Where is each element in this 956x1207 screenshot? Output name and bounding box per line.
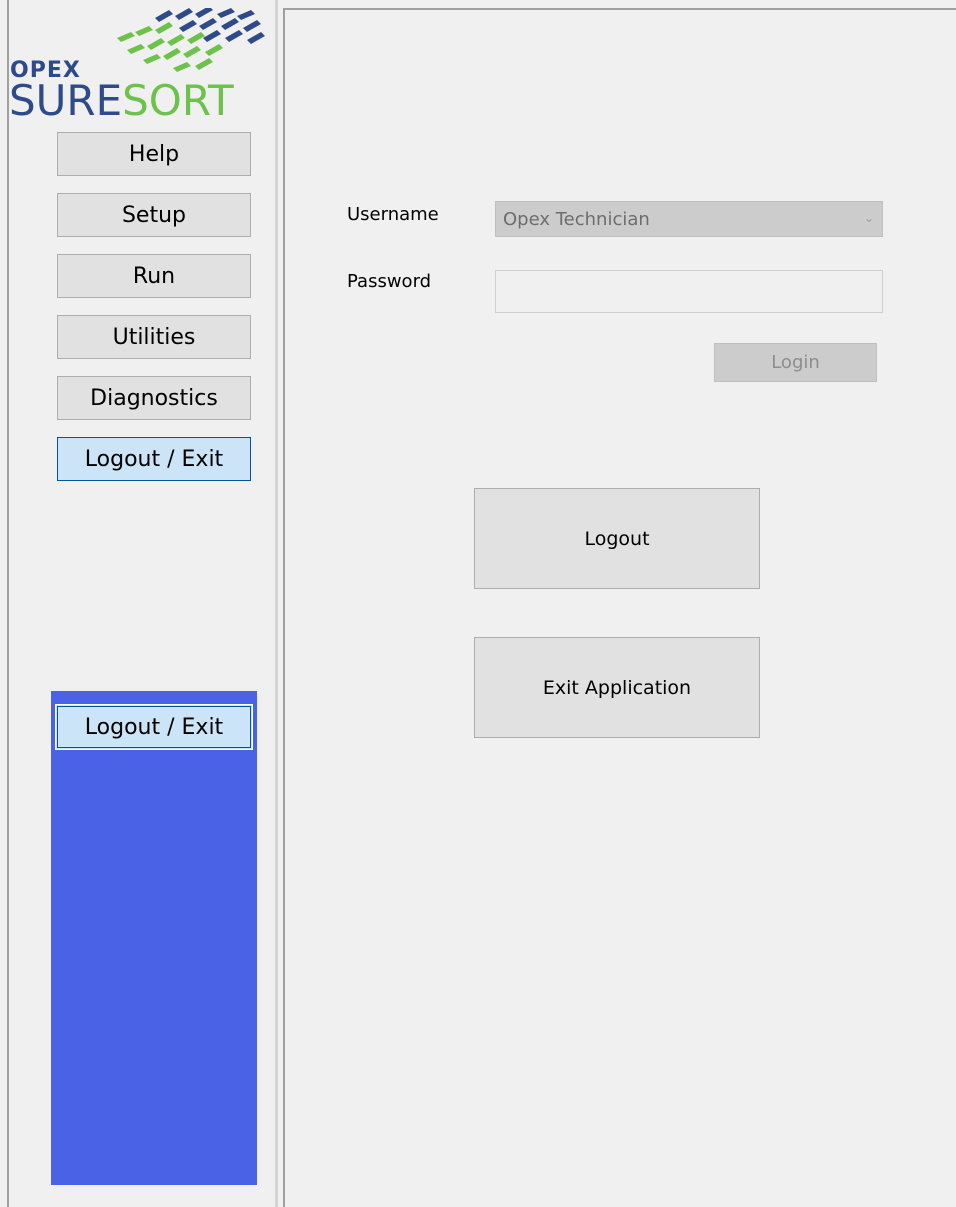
sidebar-item-setup[interactable]: Setup <box>57 193 251 237</box>
logo-mark-icon <box>117 8 265 72</box>
sidebar-item-help[interactable]: Help <box>57 132 251 176</box>
submenu-item-logout-exit[interactable]: Logout / Exit <box>55 704 253 750</box>
password-field[interactable] <box>495 270 883 313</box>
logo-suresort-text: SURESORT <box>9 78 234 124</box>
password-label: Password <box>347 271 432 292</box>
login-button[interactable]: Login <box>714 343 877 382</box>
sidebar-item-utilities[interactable]: Utilities <box>57 315 251 359</box>
content-border <box>283 8 285 1207</box>
sidebar-item-diagnostics[interactable]: Diagnostics <box>57 376 251 420</box>
chevron-down-icon: ⌄ <box>863 211 874 225</box>
opex-suresort-logo: OPEX SURESORT <box>9 8 275 126</box>
content-border-top <box>283 8 956 10</box>
sidebar-divider <box>275 0 278 1207</box>
sidebar-item-run[interactable]: Run <box>57 254 251 298</box>
username-select-value: Opex Technician <box>503 208 650 230</box>
submenu-panel <box>51 691 257 1185</box>
app-window: OPEX SURESORT Help Setup Run Utilities D… <box>0 0 956 1207</box>
logo-sure-text: SURE <box>9 76 123 125</box>
exit-application-button[interactable]: Exit Application <box>474 637 760 738</box>
logout-button[interactable]: Logout <box>474 488 760 589</box>
username-select[interactable]: Opex Technician ⌄ <box>495 201 883 237</box>
username-label: Username <box>347 204 439 225</box>
logo-sort-text: SORT <box>122 76 234 125</box>
sidebar-item-logout-exit[interactable]: Logout / Exit <box>57 437 251 481</box>
